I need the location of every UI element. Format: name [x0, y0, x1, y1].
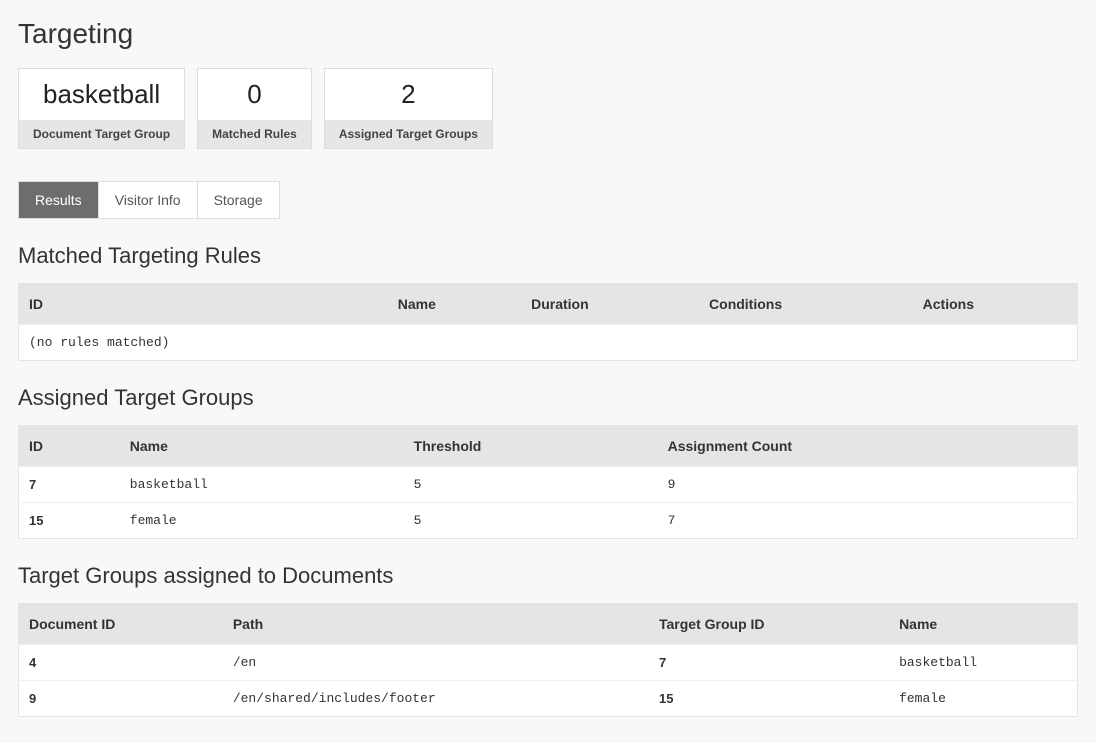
cell-name: female: [889, 681, 1077, 717]
cell-doc-id: 9: [19, 681, 223, 717]
col-actions: Actions: [913, 284, 1078, 325]
tab-results[interactable]: Results: [19, 182, 99, 218]
stat-card-document-target-group: basketball Document Target Group: [18, 68, 185, 149]
stat-cards: basketball Document Target Group 0 Match…: [18, 68, 1078, 149]
cell-count: 9: [658, 467, 1078, 503]
cell-id: 15: [19, 503, 120, 539]
cell-doc-id: 4: [19, 645, 223, 681]
section-title-doc-groups: Target Groups assigned to Documents: [18, 563, 1078, 589]
cell-threshold: 5: [404, 467, 658, 503]
assigned-groups-table: ID Name Threshold Assignment Count 7bask…: [18, 425, 1078, 539]
empty-message: (no rules matched): [19, 325, 388, 361]
col-name: Name: [388, 284, 521, 325]
tabs: Results Visitor Info Storage: [18, 181, 280, 219]
col-id: ID: [19, 284, 388, 325]
cell-count: 7: [658, 503, 1078, 539]
table-row: 7basketball59: [19, 467, 1078, 503]
matched-rules-table: ID Name Duration Conditions Actions (no …: [18, 283, 1078, 361]
doc-groups-table: Document ID Path Target Group ID Name 4/…: [18, 603, 1078, 717]
cell-name: basketball: [120, 467, 404, 503]
cell-path: /en/shared/includes/footer: [223, 681, 649, 717]
stat-card-assigned-target-groups: 2 Assigned Target Groups: [324, 68, 493, 149]
stat-label: Document Target Group: [19, 120, 184, 148]
stat-value: basketball: [19, 69, 184, 120]
col-name: Name: [120, 426, 404, 467]
cell-name: female: [120, 503, 404, 539]
cell-tg-id: 15: [649, 681, 889, 717]
col-target-group-id: Target Group ID: [649, 604, 889, 645]
cell-path: /en: [223, 645, 649, 681]
table-row-empty: (no rules matched): [19, 325, 1078, 361]
cell-threshold: 5: [404, 503, 658, 539]
col-id: ID: [19, 426, 120, 467]
page-title: Targeting: [18, 18, 1078, 50]
stat-label: Matched Rules: [198, 120, 311, 148]
table-row: 15female57: [19, 503, 1078, 539]
col-path: Path: [223, 604, 649, 645]
cell-id: 7: [19, 467, 120, 503]
section-title-matched-rules: Matched Targeting Rules: [18, 243, 1078, 269]
tab-visitor-info[interactable]: Visitor Info: [99, 182, 198, 218]
col-assignment-count: Assignment Count: [658, 426, 1078, 467]
cell-name: basketball: [889, 645, 1077, 681]
stat-label: Assigned Target Groups: [325, 120, 492, 148]
stat-card-matched-rules: 0 Matched Rules: [197, 68, 312, 149]
col-document-id: Document ID: [19, 604, 223, 645]
stat-value: 2: [325, 69, 492, 120]
section-title-assigned-groups: Assigned Target Groups: [18, 385, 1078, 411]
table-row: 9/en/shared/includes/footer15female: [19, 681, 1078, 717]
stat-value: 0: [198, 69, 311, 120]
table-row: 4/en7basketball: [19, 645, 1078, 681]
col-duration: Duration: [521, 284, 699, 325]
col-conditions: Conditions: [699, 284, 913, 325]
cell-tg-id: 7: [649, 645, 889, 681]
col-name: Name: [889, 604, 1077, 645]
tab-storage[interactable]: Storage: [198, 182, 279, 218]
col-threshold: Threshold: [404, 426, 658, 467]
